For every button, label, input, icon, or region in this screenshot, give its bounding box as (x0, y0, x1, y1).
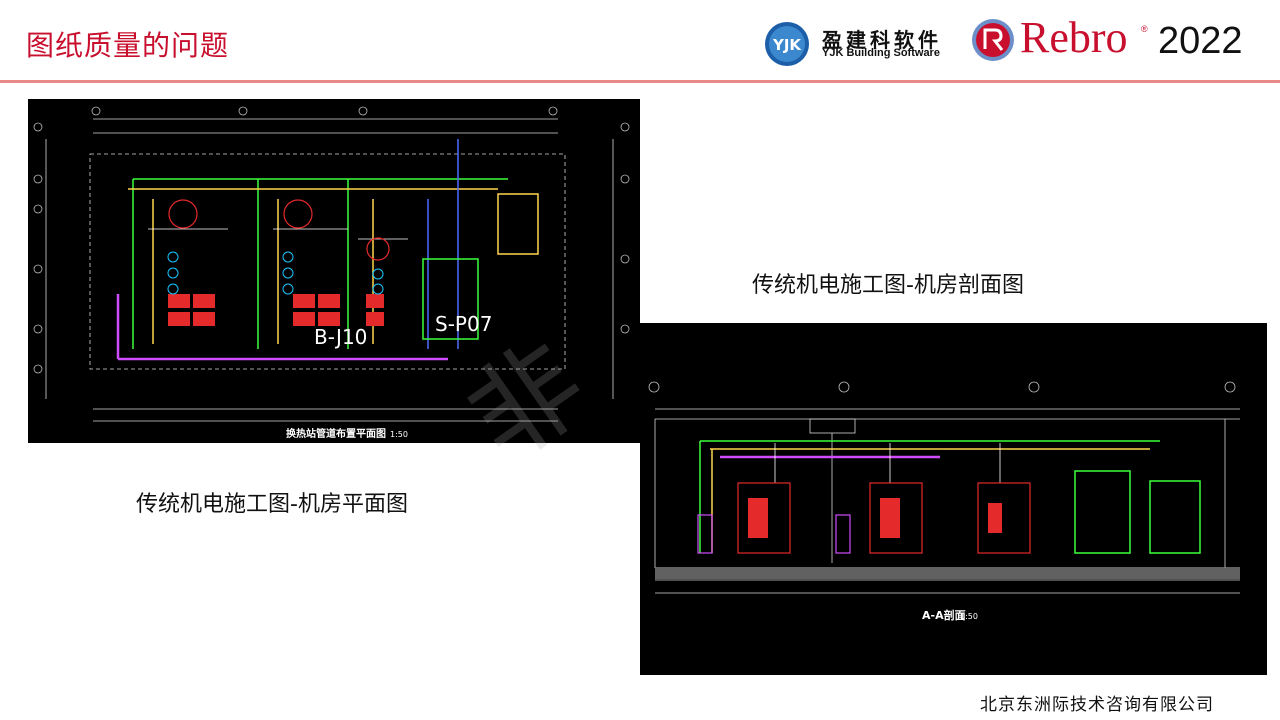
yjk-name-en: YJK Building Software (822, 47, 940, 59)
plan-scale: 1:50 (390, 430, 408, 439)
rebro-registered-mark: ® (1141, 24, 1148, 34)
section-scale: 1:50 (960, 612, 978, 621)
yjk-badge-text: YJK (772, 36, 802, 54)
plan-tag-b-j10: B-J10 (314, 325, 367, 349)
slide-title: 图纸质量的问题 (26, 29, 230, 62)
plan-drawing-caption: 传统机电施工图-机房平面图 (136, 492, 408, 517)
yjk-logo-icon: YJK (763, 20, 811, 68)
header-divider (0, 80, 1280, 83)
plan-sheet-title: 换热站管道布置平面图 (286, 427, 386, 440)
section-drawing-image: A-A剖面 1:50 (640, 323, 1267, 675)
section-drawing-caption: 传统机电施工图-机房剖面图 (752, 273, 1024, 298)
rebro-wordmark: Rebro (1020, 13, 1128, 62)
rebro-logo-icon (970, 17, 1016, 63)
rebro-year: 2022 (1158, 20, 1243, 62)
footer-company: 北京东洲际技术咨询有限公司 (980, 695, 1214, 715)
